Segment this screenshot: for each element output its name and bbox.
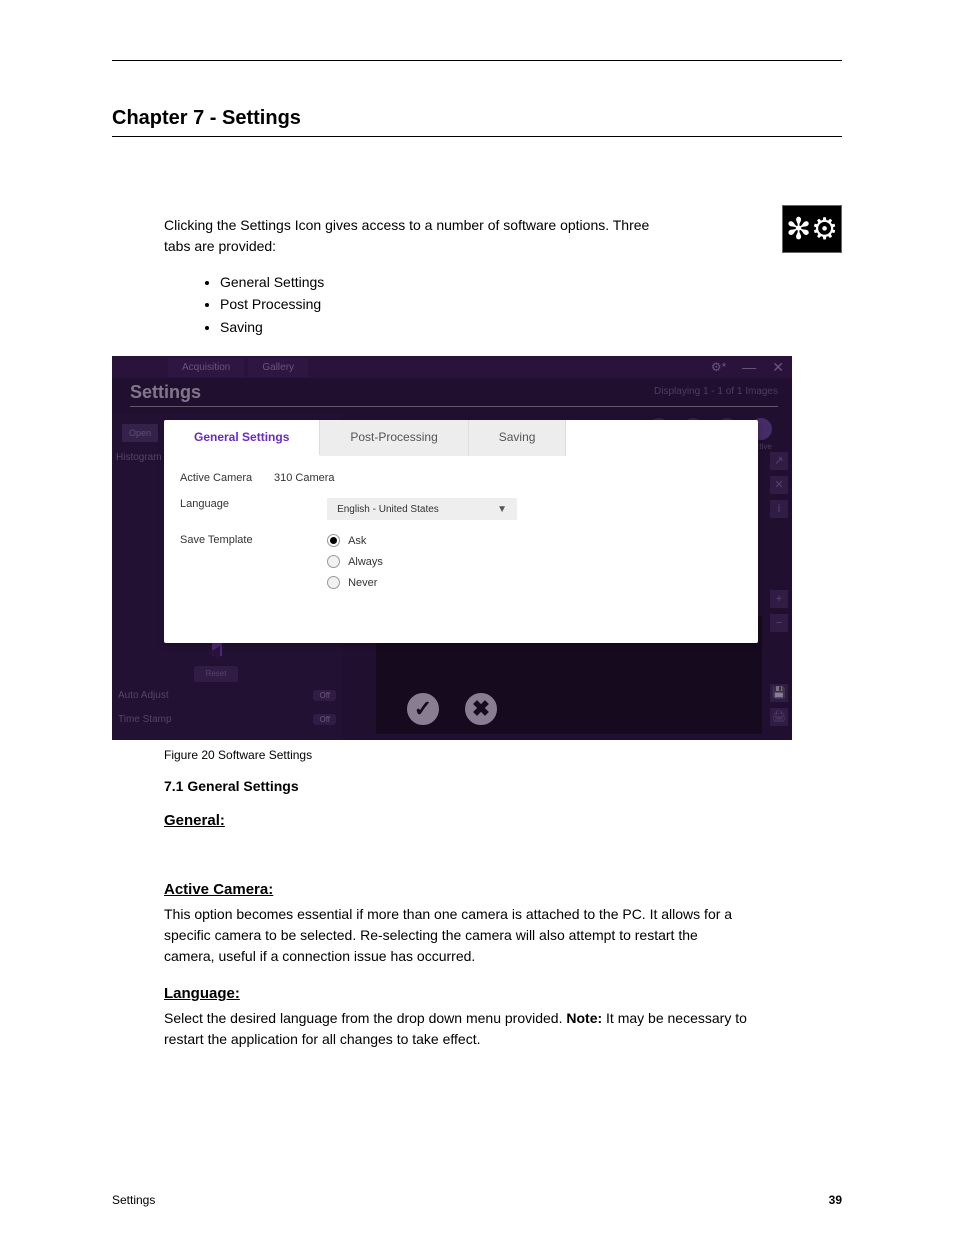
image-count-label: Displaying 1 - 1 of 1 Images [654, 386, 778, 397]
general-subhead: General: [112, 812, 842, 829]
expand-icon[interactable]: ↗ [770, 452, 788, 470]
reset-button[interactable]: Reset [194, 666, 238, 682]
radio-label-never: Never [348, 577, 377, 589]
language-para-prefix: Select the desired language from the dro… [164, 1010, 566, 1026]
close-icon[interactable]: ✕ [764, 359, 792, 376]
zoom-in-icon[interactable]: + [770, 590, 788, 608]
check-icon: ✓ [414, 696, 432, 722]
app-settings-gear-icon[interactable]: ⚙* [703, 360, 734, 374]
bullet-saving: Saving [220, 316, 842, 338]
save-template-never[interactable]: Never [327, 576, 383, 589]
active-camera-subhead: Active Camera: [112, 881, 842, 898]
settings-screenshot: Acquisition Gallery ⚙* — ✕ Settings Disp… [112, 356, 792, 740]
settings-icon: ✻⚙ [782, 205, 842, 253]
chevron-down-icon: ▼ [497, 504, 507, 515]
page-footer: Settings 39 [112, 1193, 842, 1207]
tab-saving[interactable]: Saving [469, 420, 567, 456]
bullet-postprocessing: Post Processing [220, 293, 842, 315]
histogram-slider-handle[interactable] [208, 646, 220, 660]
time-stamp-toggle[interactable]: Off [313, 714, 336, 725]
radio-icon [327, 555, 340, 568]
settings-divider [130, 406, 778, 407]
page-top-rule [112, 60, 842, 61]
bullet-general: General Settings [220, 271, 842, 293]
radio-label-ask: Ask [348, 535, 366, 547]
intro-paragraph: Clicking the Settings Icon gives access … [112, 215, 672, 257]
auto-adjust-row: Auto Adjust Off [118, 690, 336, 701]
save-template-label: Save Template [180, 534, 274, 546]
open-button[interactable]: Open [122, 424, 158, 442]
section-7-1-heading: 7.1 General Settings [112, 778, 842, 794]
active-camera-paragraph: This option becomes essential if more th… [112, 904, 752, 967]
chapter-title: Chapter 7 - Settings [112, 107, 842, 130]
active-camera-label: Active Camera [180, 472, 274, 484]
figure-caption: Figure 20 Software Settings [112, 748, 842, 762]
cancel-button[interactable]: ✖ [462, 690, 500, 728]
right-tool-column: ↗ ✕ i + − 💾 🖨 [770, 452, 788, 726]
language-label: Language [180, 498, 274, 510]
histogram-label: Histogram [116, 452, 162, 463]
radio-icon [327, 534, 340, 547]
footer-section-name: Settings [112, 1193, 155, 1207]
settings-modal-tabs: General Settings Post-Processing Saving [164, 420, 758, 456]
tab-general-settings[interactable]: General Settings [164, 420, 320, 456]
save-template-row: Save Template Ask Always [180, 534, 742, 589]
save-icon[interactable]: 💾 [770, 684, 788, 702]
zoom-out-icon[interactable]: − [770, 614, 788, 632]
save-template-always[interactable]: Always [327, 555, 383, 568]
language-select[interactable]: English - United States ▼ [327, 498, 517, 520]
language-row: Language English - United States ▼ [180, 498, 742, 520]
gear-sparkle-icon: ✻⚙ [786, 212, 838, 247]
active-camera-value: 310 Camera [274, 472, 742, 484]
language-paragraph: Select the desired language from the dro… [112, 1008, 752, 1050]
delete-icon[interactable]: ✕ [770, 476, 788, 494]
active-camera-row: Active Camera 310 Camera [180, 472, 742, 484]
time-stamp-row: Time Stamp Off [118, 714, 336, 725]
chapter-title-rule [112, 136, 842, 137]
info-icon[interactable]: i [770, 500, 788, 518]
app-topbar: Acquisition Gallery ⚙* — ✕ [112, 356, 792, 378]
language-subhead: Language: [112, 985, 842, 1002]
x-icon: ✖ [472, 696, 490, 722]
tab-acquisition[interactable]: Acquisition [168, 358, 244, 377]
minimize-icon[interactable]: — [734, 359, 764, 375]
settings-tabs-bullet-list: General Settings Post Processing Saving [220, 271, 842, 338]
save-template-ask[interactable]: Ask [327, 534, 383, 547]
settings-panel-title: Settings [130, 382, 201, 403]
tab-gallery[interactable]: Gallery [248, 358, 308, 377]
radio-label-always: Always [348, 556, 383, 568]
settings-modal: General Settings Post-Processing Saving … [164, 420, 758, 643]
auto-adjust-toggle[interactable]: Off [313, 690, 336, 701]
tab-post-processing[interactable]: Post-Processing [320, 420, 468, 456]
time-stamp-label: Time Stamp [118, 714, 313, 725]
auto-adjust-label: Auto Adjust [118, 690, 313, 701]
print-icon[interactable]: 🖨 [770, 708, 788, 726]
language-select-value: English - United States [337, 504, 439, 515]
footer-page-number: 39 [829, 1193, 842, 1207]
radio-icon [327, 576, 340, 589]
language-para-note: Note: [566, 1010, 602, 1026]
confirm-button[interactable]: ✓ [404, 690, 442, 728]
